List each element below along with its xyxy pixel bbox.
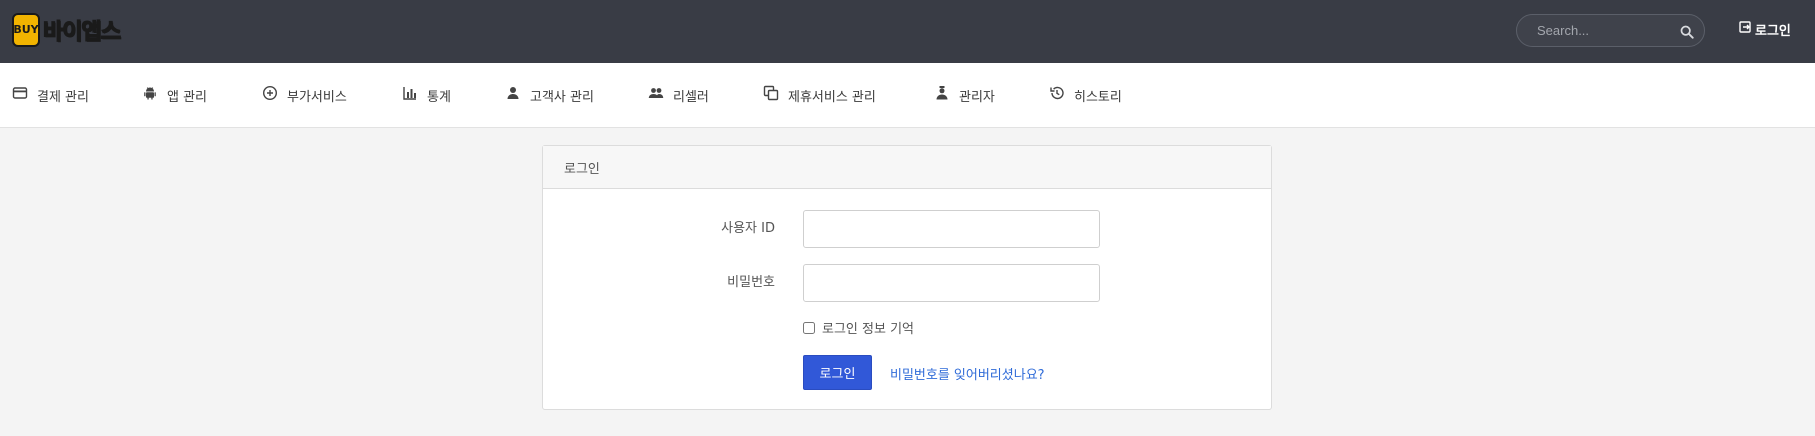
nav-item-label: 통계 [427,89,451,105]
nav-item-admins[interactable]: 관리자 [934,84,995,106]
nav-item-label: 관리자 [959,89,995,105]
search-icon[interactable] [1680,24,1694,39]
logo-mark-text: BUY [13,23,39,36]
login-card-title: 로그인 [564,161,600,177]
nav-item-history[interactable]: 히스토리 [1049,84,1122,106]
header-login-label: 로그인 [1755,23,1791,39]
remember-me-checkbox[interactable] [803,321,815,334]
nav-item-label: 리셀러 [673,89,709,105]
nav-item-label: 앱 관리 [167,89,208,105]
nav-item-apps[interactable]: 앱 관리 [142,84,207,106]
plus-circle-icon [262,85,278,105]
top-header: BUY 바이앱스 로그인 [0,0,1815,63]
nav-item-label: 고객사 관리 [530,89,594,105]
forgot-password-link[interactable]: 비밀번호를 잊어버리셨나요? [890,364,1045,383]
search-box [1516,14,1705,47]
nav-item-customers[interactable]: 고객사 관리 [505,84,594,106]
android-icon [142,85,158,105]
copy-icon [763,85,779,105]
sign-in-icon [1739,21,1751,37]
password-label: 비밀번호 [727,275,775,290]
logo-mark: BUY [12,13,40,47]
admin-icon [934,85,950,105]
login-card: 로그인 사용자 ID 비밀번호 로그인 정보 기억 로그인 비밀번호를 잊어버리… [542,145,1272,410]
login-submit-button[interactable]: 로그인 [803,355,872,390]
login-card-header: 로그인 [543,146,1271,189]
nav-item-label: 부가서비스 [287,89,347,105]
bar-chart-icon [402,85,418,105]
logo-text: 바이앱스 [42,19,121,45]
history-icon [1049,85,1065,105]
nav-item-label: 히스토리 [1074,89,1122,105]
remember-me-label[interactable]: 로그인 정보 기억 [822,318,914,337]
user-id-label: 사용자 ID [721,221,775,236]
search-input[interactable] [1537,23,1680,38]
nav-item-resellers[interactable]: 리셀러 [648,84,709,106]
nav-item-addons[interactable]: 부가서비스 [262,84,347,106]
nav-item-label: 제휴서비스 관리 [788,89,876,105]
nav-item-payment[interactable]: 결제 관리 [12,84,89,106]
user-id-field[interactable] [803,210,1100,248]
nav-item-label: 결제 관리 [37,89,89,105]
logo[interactable]: BUY 바이앱스 [12,12,122,48]
header-login-button[interactable]: 로그인 [1739,19,1791,39]
people-icon [648,85,664,105]
nav-item-partner-services[interactable]: 제휴서비스 관리 [763,84,876,106]
password-field[interactable] [803,264,1100,302]
credit-card-icon [12,85,28,105]
person-icon [505,85,521,105]
remember-me: 로그인 정보 기억 [803,318,914,337]
main-nav: 결제 관리 앱 관리 부가서비스 통계 고객사 관리 리셀러 제휴서비스 관리 … [0,63,1815,128]
nav-item-stats[interactable]: 통계 [402,84,451,106]
